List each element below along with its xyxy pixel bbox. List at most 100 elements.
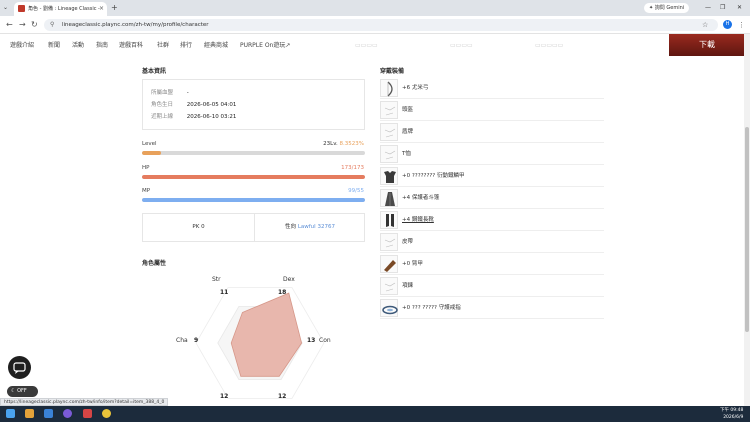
hp-value: 173/173 (341, 165, 364, 171)
effect-toggle[interactable]: ☾ OFF (7, 386, 38, 397)
reload-icon[interactable]: ↻ (31, 19, 38, 31)
back-icon[interactable]: ← (6, 19, 13, 31)
radar-value-con: 13 (307, 337, 316, 344)
blurred-nav-text-1: ▭▭▭▭ (355, 42, 378, 49)
address-bar-row: ← → ↻ ⚲ lineageclassic.plaync.com/zh-tw/… (0, 16, 750, 34)
forward-icon[interactable]: → (19, 19, 26, 31)
empty-slot-icon (380, 101, 398, 119)
radar-label-str: Str (212, 276, 221, 283)
nav-item-events[interactable]: 活動 (72, 40, 84, 52)
taskbar-clock[interactable]: 下午 09:48 2026/6/9 (720, 407, 743, 421)
scrollbar-thumb[interactable] (745, 127, 749, 332)
empty-slot-icon (380, 145, 398, 163)
link-status-bar: https://lineageclassic.plaync.com/zh-tw/… (0, 398, 169, 406)
equipment-item[interactable]: 盾牌 (380, 121, 604, 143)
taskbar-date: 2026/6/9 (723, 415, 744, 420)
app-icon-2[interactable] (83, 409, 92, 418)
character-profile-content: 基本資訊 所屬血盟 - 角色生日 2026-06-05 04:01 近期上線 2… (0, 59, 744, 406)
alignment-value: Lawful 32767 (297, 224, 335, 230)
info-row-birthday: 角色生日 2026-06-05 04:01 (151, 100, 236, 108)
hp-bar-fill (142, 175, 365, 179)
boots-icon (380, 211, 398, 229)
url-text: lineageclassic.plaync.com/zh-tw/my/profi… (62, 22, 209, 28)
equipment-item[interactable]: +4 保護者斗篷 (380, 187, 604, 209)
chat-button[interactable] (8, 356, 31, 379)
download-button[interactable]: 下載 (669, 34, 745, 56)
ring-icon (380, 299, 398, 317)
gauntlet-icon (380, 255, 398, 273)
info-row-last-online: 近期上線 2026-06-10 03:21 (151, 112, 236, 120)
chrome-icon[interactable] (102, 409, 111, 418)
bookmark-star-icon[interactable]: ☆ (702, 19, 708, 31)
equipment-item[interactable]: 頭盔 (380, 99, 604, 121)
equipment-item[interactable]: +6 尤米弓 (380, 77, 604, 99)
edge-browser-icon[interactable] (44, 409, 53, 418)
profile-avatar[interactable]: H (723, 20, 732, 29)
browser-tab-active[interactable]: 角色 - 劉備 : Lineage Classic - × (14, 2, 107, 16)
radar-value-dex: 18 (278, 289, 287, 296)
close-tab-icon[interactable]: × (99, 2, 104, 16)
equipment-item-name: 盾牌 (402, 129, 414, 135)
nav-item-encyclopedia[interactable]: 遊戲百科 (119, 40, 143, 52)
radar-label-dex: Dex (283, 276, 295, 283)
radar-label-cha: Cha (176, 337, 188, 344)
level-number: 23Lv. (323, 141, 338, 147)
equipment-item-name: 項鍊 (402, 283, 414, 289)
empty-slot-icon (380, 123, 398, 141)
radar-value-cha: 9 (194, 337, 199, 344)
info-row-clan: 所屬血盟 - (151, 88, 189, 96)
nav-item-community[interactable]: 社群 (157, 40, 169, 52)
app-icon-1[interactable] (63, 409, 72, 418)
close-window-icon[interactable]: ✕ (737, 2, 742, 14)
equipment-item-name: +4 保護者斗篷 (402, 195, 440, 201)
nav-item-ranking[interactable]: 排行 (180, 40, 192, 52)
nav-item-news[interactable]: 新聞 (48, 40, 60, 52)
equipment-item[interactable]: 皮帶 (380, 231, 604, 253)
empty-slot-icon (380, 233, 398, 251)
equipment-item[interactable]: +0 ??? ????? 守護戒指 (380, 297, 604, 319)
level-value: 23Lv. 8.3523% (323, 141, 364, 147)
chat-icon (13, 362, 26, 374)
nav-item-shop[interactable]: 經典商城 (204, 40, 228, 52)
new-tab-button[interactable]: + (111, 2, 118, 14)
mp-bar-fill (142, 198, 365, 202)
file-explorer-icon[interactable] (25, 409, 34, 418)
page-scrollbar[interactable] (744, 34, 750, 406)
info-label: 角色生日 (151, 102, 174, 108)
taskbar-time: 下午 09:48 (720, 408, 744, 413)
equipment-item[interactable]: +0 ???????? 衍動鐵鱗甲 (380, 165, 604, 187)
alignment: 性向 Lawful 32767 (255, 214, 365, 241)
pk-count: PK 0 (192, 224, 205, 230)
equipment-item-name: +4 鋼鐵長靴 (402, 217, 434, 223)
browser-tab-bar: ⌄ 角色 - 劉備 : Lineage Classic - × + ✦ 詢問 G… (0, 0, 750, 16)
info-value: 2026-06-05 04:01 (186, 102, 237, 108)
tab-title: 角色 - 劉備 : Lineage Classic - (28, 6, 100, 12)
level-bar (142, 151, 365, 155)
equipment-item[interactable]: +4 鋼鐵長靴 (380, 209, 604, 231)
info-label: 近期上線 (151, 114, 174, 120)
equipment-item[interactable]: 項鍊 (380, 275, 604, 297)
equipment-item[interactable]: T恤 (380, 143, 604, 165)
level-bar-fill (142, 151, 161, 155)
nav-item-purple[interactable]: PURPLE On遊玩↗ (240, 40, 290, 52)
browser-menu-icon[interactable]: ⋮ (738, 19, 745, 31)
hp-label: HP (142, 165, 150, 171)
bow-icon (380, 79, 398, 97)
nav-item-guide[interactable]: 指南 (96, 40, 108, 52)
windows-start-icon[interactable] (6, 409, 15, 418)
url-field[interactable]: ⚲ lineageclassic.plaync.com/zh-tw/my/pro… (44, 19, 718, 31)
attributes-title: 角色屬性 (142, 260, 167, 267)
ask-gemini-button[interactable]: ✦ 詢問 Gemini (644, 3, 690, 13)
attribute-radar: Str 11 Dex 18 Con 13 Cha 9 12 12 (170, 275, 350, 406)
mp-value: 99/55 (348, 188, 364, 194)
tab-search-icon[interactable]: ⌄ (3, 2, 8, 14)
armor-icon (380, 167, 398, 185)
hp-bar (142, 175, 365, 179)
info-value: - (186, 90, 189, 96)
nav-item-intro[interactable]: 遊戲介紹 (10, 40, 34, 52)
equipment-item[interactable]: +0 臂甲 (380, 253, 604, 275)
equipment-item-name: 皮帶 (402, 239, 414, 245)
maximize-icon[interactable]: ❐ (720, 2, 725, 14)
site-info-icon[interactable]: ⚲ (50, 19, 54, 31)
minimize-icon[interactable]: — (705, 2, 711, 14)
